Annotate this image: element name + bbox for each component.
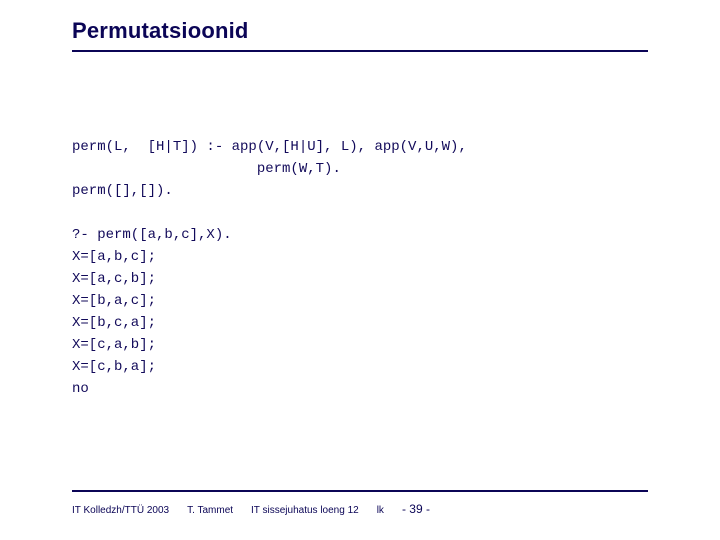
footer-course: IT sissejuhatus loeng 12 bbox=[251, 505, 359, 516]
footer-author: T. Tammet bbox=[187, 505, 233, 516]
footer-page-label: lk bbox=[377, 505, 384, 516]
footer: IT Kolledzh/TTÜ 2003 T. Tammet IT sissej… bbox=[72, 490, 648, 516]
footer-rule bbox=[72, 490, 648, 492]
footer-page-value: - 39 - bbox=[402, 502, 430, 516]
title-underline bbox=[72, 50, 648, 52]
code-block: perm(L, [H|T]) :- app(V,[H|U], L), app(V… bbox=[72, 136, 632, 400]
title-block: Permutatsioonid bbox=[72, 18, 648, 52]
footer-line: IT Kolledzh/TTÜ 2003 T. Tammet IT sissej… bbox=[72, 502, 648, 516]
page-title: Permutatsioonid bbox=[72, 18, 648, 50]
slide: Permutatsioonid perm(L, [H|T]) :- app(V,… bbox=[0, 0, 720, 540]
footer-org: IT Kolledzh/TTÜ 2003 bbox=[72, 505, 169, 516]
